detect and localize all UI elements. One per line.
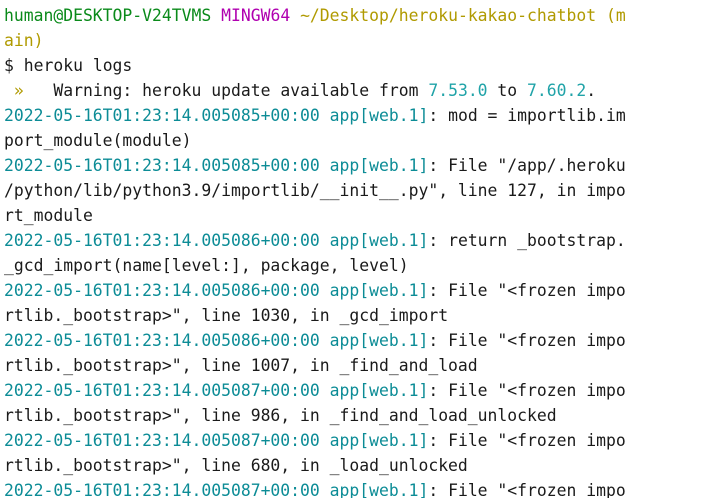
log-continuation: rtlib._bootstrap>", line 680, in _load_u… — [4, 453, 712, 478]
log-message: : File "<frozen impo — [428, 331, 626, 350]
log-timestamp: 2022-05-16T01:23:14.005087+00:00 — [4, 381, 320, 400]
warning-arrow-icon: » — [4, 81, 24, 100]
log-timestamp: 2022-05-16T01:23:14.005087+00:00 — [4, 431, 320, 450]
log-output: 2022-05-16T01:23:14.005085+00:00 app[web… — [4, 103, 712, 498]
log-timestamp: 2022-05-16T01:23:14.005086+00:00 — [4, 331, 320, 350]
log-source: app[web.1] — [329, 156, 429, 175]
log-continuation: rtlib._bootstrap>", line 986, in _find_a… — [4, 403, 712, 428]
log-source: app[web.1] — [329, 281, 429, 300]
log-entry: 2022-05-16T01:23:14.005086+00:00 app[web… — [4, 228, 712, 253]
log-source: app[web.1] — [329, 231, 429, 250]
log-source: app[web.1] — [329, 331, 429, 350]
log-entry: 2022-05-16T01:23:14.005087+00:00 app[web… — [4, 378, 712, 403]
terminal-window[interactable]: human@DESKTOP-V24TVMS MINGW64 ~/Desktop/… — [0, 0, 712, 498]
log-timestamp: 2022-05-16T01:23:14.005085+00:00 — [4, 106, 320, 125]
prompt-shell: MINGW64 — [221, 6, 291, 25]
log-message: rtlib._bootstrap>", line 1030, in _gcd_i… — [4, 306, 449, 325]
log-continuation: /python/lib/python3.9/importlib/__init__… — [4, 178, 712, 203]
log-source: app[web.1] — [329, 481, 429, 498]
warning-text-end: . — [586, 81, 597, 100]
log-timestamp: 2022-05-16T01:23:14.005086+00:00 — [4, 281, 320, 300]
prompt-user-host: human@DESKTOP-V24TVMS — [4, 6, 212, 25]
log-message: : File "<frozen impo — [428, 431, 626, 450]
version-to: 7.60.2 — [527, 81, 587, 100]
log-message: : File "<frozen impo — [428, 481, 626, 498]
log-entry: 2022-05-16T01:23:14.005086+00:00 app[web… — [4, 328, 712, 353]
log-message: rt_module — [4, 206, 93, 225]
log-message: port_module(module) — [4, 131, 192, 150]
warning-line: » Warning: heroku update available from … — [4, 78, 712, 103]
warning-text-mid: to — [487, 81, 528, 100]
prompt-symbol: $ — [4, 56, 14, 75]
prompt-branch: ain) — [4, 31, 44, 50]
log-continuation: port_module(module) — [4, 128, 712, 153]
log-source: app[web.1] — [329, 106, 429, 125]
log-message: /python/lib/python3.9/importlib/__init__… — [4, 181, 626, 200]
log-message: _gcd_import(name[level:], package, level… — [4, 256, 409, 275]
log-message: : mod = importlib.im — [428, 106, 626, 125]
version-from: 7.53.0 — [428, 81, 488, 100]
prompt-path: ~/Desktop/heroku-kakao-chatbot (m — [300, 6, 626, 25]
log-continuation: rtlib._bootstrap>", line 1007, in _find_… — [4, 353, 712, 378]
prompt-line-wrap: ain) — [4, 28, 712, 53]
log-message: rtlib._bootstrap>", line 680, in _load_u… — [4, 456, 468, 475]
log-source: app[web.1] — [329, 431, 429, 450]
log-source: app[web.1] — [329, 381, 429, 400]
log-message: : File "/app/.heroku — [428, 156, 626, 175]
log-entry: 2022-05-16T01:23:14.005087+00:00 app[web… — [4, 478, 712, 498]
log-message: rtlib._bootstrap>", line 1007, in _find_… — [4, 356, 478, 375]
log-continuation: rtlib._bootstrap>", line 1030, in _gcd_i… — [4, 303, 712, 328]
log-message: : File "<frozen impo — [428, 281, 626, 300]
log-entry: 2022-05-16T01:23:14.005085+00:00 app[web… — [4, 103, 712, 128]
log-timestamp: 2022-05-16T01:23:14.005087+00:00 — [4, 481, 320, 498]
prompt-line: human@DESKTOP-V24TVMS MINGW64 ~/Desktop/… — [4, 3, 712, 28]
log-entry: 2022-05-16T01:23:14.005085+00:00 app[web… — [4, 153, 712, 178]
command-text: heroku logs — [23, 56, 133, 75]
warning-text: Warning: heroku update available from — [23, 81, 429, 100]
command-line: $ heroku logs — [4, 53, 712, 78]
log-entry: 2022-05-16T01:23:14.005086+00:00 app[web… — [4, 278, 712, 303]
log-message: : File "<frozen impo — [428, 381, 626, 400]
log-continuation: _gcd_import(name[level:], package, level… — [4, 253, 712, 278]
log-timestamp: 2022-05-16T01:23:14.005085+00:00 — [4, 156, 320, 175]
log-continuation: rt_module — [4, 203, 712, 228]
log-timestamp: 2022-05-16T01:23:14.005086+00:00 — [4, 231, 320, 250]
log-message: : return _bootstrap. — [428, 231, 626, 250]
log-message: rtlib._bootstrap>", line 986, in _find_a… — [4, 406, 557, 425]
log-entry: 2022-05-16T01:23:14.005087+00:00 app[web… — [4, 428, 712, 453]
